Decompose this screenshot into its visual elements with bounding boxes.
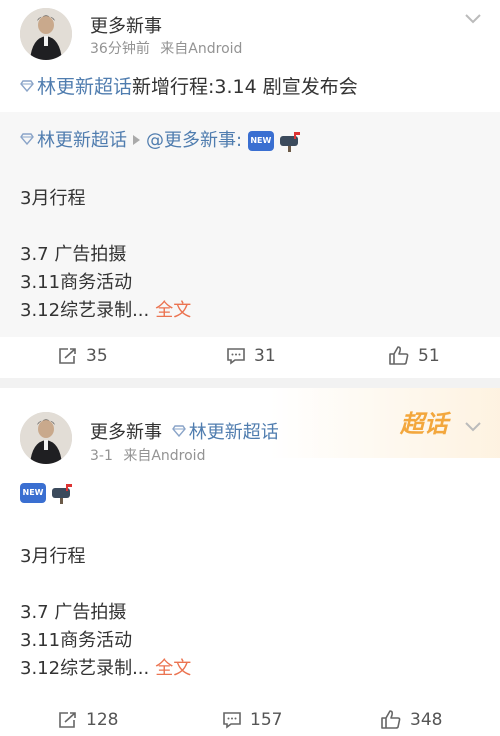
mailbox-icon [52,484,72,504]
repost-line: 3.7 广告拍摄 [20,244,127,265]
mailbox-icon [279,132,300,152]
comment-button[interactable]: 157 [222,700,282,736]
arrow-right-icon [133,135,140,145]
repost-line: 3月行程 [20,188,86,209]
mention-link[interactable]: @更多新事: [146,130,242,151]
avatar[interactable] [20,8,72,60]
comment-count: 31 [254,346,276,366]
fulltext-link[interactable]: 全文 [155,658,191,679]
weibo-post-1: 更多新事 36分钟前 来自Android 林更新超话新增行程:3.14 剧宣发布… [0,0,500,378]
diamond-icon [20,80,34,92]
repost-icon [59,348,76,364]
username[interactable]: 更多新事 [90,12,162,38]
like-icon [389,346,409,365]
repost-header: 林更新超话 @更多新事: NEW [20,126,302,152]
repost-line: 3.12综艺录制... 全文 [20,300,192,321]
weibo-post-2: 超话 更多新事 林更新超话 3-1 来自Android NEW 3月行程 3.7… [0,388,500,736]
post-separator [0,378,500,388]
comment-count: 157 [250,710,283,730]
reposted-content[interactable]: 林更新超话 @更多新事: NEW 3月行程 3.7 广告拍摄 3.11商务活动 3… [0,112,500,337]
topic-link[interactable]: 林更新超话 [37,130,127,151]
repost-button[interactable]: 35 [58,336,108,376]
post-time: 3-1 [90,448,113,464]
avatar[interactable] [20,412,72,464]
post-meta: 36分钟前 来自Android [90,38,242,58]
like-count: 348 [410,710,443,730]
comment-icon [227,348,245,365]
repost-count: 128 [86,710,119,730]
like-button[interactable]: 348 [380,700,442,736]
chaohua-label[interactable]: 超话 [400,404,448,439]
action-bar: 128 157 348 [0,700,500,736]
new-badge-icon: NEW [20,483,46,503]
repost-count: 35 [86,346,108,366]
headline-text: 新增行程:3.14 剧宣发布会 [132,76,358,98]
comment-button[interactable]: 31 [226,336,276,376]
username-row: 更多新事 林更新超话 [90,418,279,444]
diamond-icon [20,133,34,145]
like-count: 51 [418,346,440,366]
post-time: 36分钟前 [90,41,150,57]
repost-button[interactable]: 128 [58,700,118,736]
post-line: 3.12综艺录制... 全文 [20,658,192,679]
post-headline: 林更新超话新增行程:3.14 剧宣发布会 [20,72,358,99]
comment-icon [223,712,241,729]
username[interactable]: 更多新事 [90,422,162,443]
post-line: 3.7 广告拍摄 [20,602,127,623]
like-button[interactable]: 51 [388,336,440,376]
like-icon [381,710,401,729]
post-source: 来自Android [160,41,243,57]
topic-link[interactable]: 林更新超话 [189,422,279,443]
diamond-icon [171,425,186,437]
fulltext-link[interactable]: 全文 [155,300,191,321]
post-meta: 3-1 来自Android [90,445,205,465]
chevron-down-icon[interactable] [464,420,482,434]
post-line: 3.11商务活动 [20,630,133,651]
post-source: 来自Android [123,448,206,464]
emoji-row: NEW [20,482,74,504]
repost-line: 3.11商务活动 [20,272,133,293]
new-badge-icon: NEW [247,131,274,151]
post-line: 3月行程 [20,546,86,567]
chevron-down-icon[interactable] [464,12,482,26]
repost-icon [59,712,76,728]
action-bar: 35 31 51 [0,336,500,376]
topic-link[interactable]: 林更新超话 [37,76,132,98]
